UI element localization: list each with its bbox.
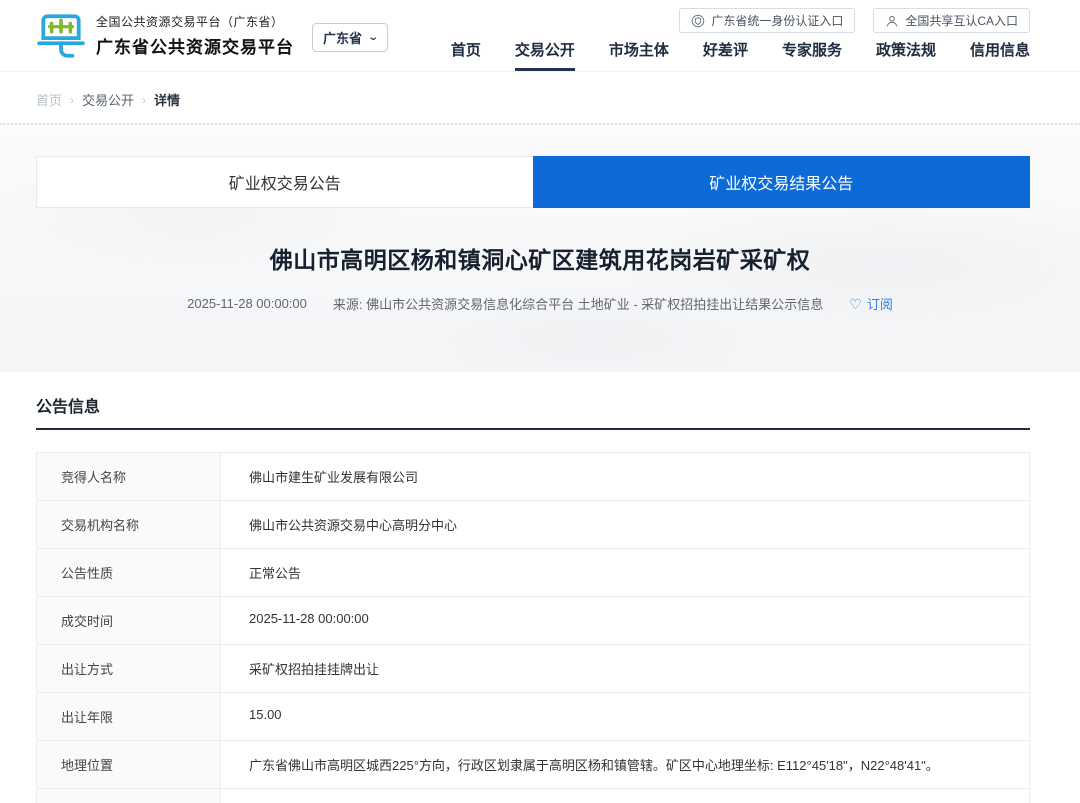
nav-item[interactable]: 市场主体: [609, 43, 669, 71]
announcement-info-table: 竞得人名称佛山市建生矿业发展有限公司交易机构名称佛山市公共资源交易中心高明分中心…: [36, 452, 1030, 803]
auth-button-label: 广东省统一身份认证入口: [711, 12, 843, 29]
row-value: 采矿权招拍挂挂牌出让: [221, 645, 1029, 692]
article-source: 来源: 佛山市公共资源交易信息化综合平台 土地矿业 - 采矿权招拍挂出让结果公示…: [333, 294, 823, 313]
row-label: 公告性质: [37, 549, 221, 596]
row-value: 2025-11-28 00:00:00: [221, 597, 1029, 644]
shield-icon: [691, 14, 705, 28]
nav-item[interactable]: 专家服务: [782, 43, 842, 71]
region-selector-label: 广东省: [323, 28, 362, 47]
table-row: 出让方式采矿权招拍挂挂牌出让: [37, 645, 1029, 693]
region-selector[interactable]: 广东省 ⌄: [312, 23, 388, 52]
table-row: 竞得人名称佛山市建生矿业发展有限公司: [37, 453, 1029, 501]
tab-transaction-announcement[interactable]: 矿业权交易公告: [36, 156, 533, 208]
auth-button-label: 全国共享互认CA入口: [905, 12, 1018, 29]
row-value: 正常公告: [221, 549, 1029, 596]
ca-entry-button[interactable]: 全国共享互认CA入口: [873, 8, 1030, 33]
identity-auth-entry-button[interactable]: 广东省统一身份认证入口: [679, 8, 855, 33]
hero-band: 矿业权交易公告矿业权交易结果公告 佛山市高明区杨和镇洞心矿区建筑用花岗岩矿采矿权…: [0, 123, 1080, 372]
row-label: 出让年限: [37, 693, 221, 740]
platform-name-national: 全国公共资源交易平台（广东省）: [96, 13, 294, 30]
site-header: 全国公共资源交易平台（广东省） 广东省公共资源交易平台 广东省 ⌄ 广东省统一身…: [0, 0, 1080, 72]
breadcrumb-separator: ›: [70, 93, 74, 107]
row-value: 15.00: [221, 693, 1029, 740]
row-value: 1.066900: [221, 789, 1029, 803]
row-value: 广东省佛山市高明区城西225°方向，行政区划隶属于高明区杨和镇管辖。矿区中心地理…: [221, 741, 1029, 788]
heart-icon: ♡: [849, 297, 862, 311]
article-meta: 2025-11-28 00:00:00 来源: 佛山市公共资源交易信息化综合平台…: [0, 294, 1080, 313]
breadcrumb-separator: ›: [142, 93, 146, 107]
row-value: 佛山市建生矿业发展有限公司: [221, 453, 1029, 500]
subscribe-button[interactable]: ♡ 订阅: [849, 294, 893, 313]
breadcrumb-item: 详情: [154, 90, 180, 109]
row-label: 出让方式: [37, 645, 221, 692]
row-label: 竞得人名称: [37, 453, 221, 500]
row-label: 成交时间: [37, 597, 221, 644]
nav-item[interactable]: 交易公开: [515, 43, 575, 71]
announcement-tabs: 矿业权交易公告矿业权交易结果公告: [36, 156, 1030, 208]
chevron-down-icon: ⌄: [367, 33, 379, 43]
breadcrumb: 首页 › 交易公开 › 详情: [0, 72, 1080, 123]
row-label: 交易机构名称: [37, 501, 221, 548]
nav-item[interactable]: 信用信息: [970, 43, 1030, 71]
row-label: 地理位置: [37, 741, 221, 788]
table-row: 出让年限15.00: [37, 693, 1029, 741]
table-row: 公告性质正常公告: [37, 549, 1029, 597]
row-value: 佛山市公共资源交易中心高明分中心: [221, 501, 1029, 548]
subscribe-label: 订阅: [867, 294, 893, 313]
breadcrumb-item[interactable]: 交易公开: [82, 90, 134, 109]
section-title: 公告信息: [36, 393, 1030, 430]
site-logo-icon[interactable]: [36, 11, 86, 61]
row-label: 面积: [37, 789, 221, 803]
person-icon: [885, 14, 899, 28]
page-title: 佛山市高明区杨和镇洞心矿区建筑用花岗岩矿采矿权: [0, 241, 1080, 275]
nav-item[interactable]: 好差评: [703, 43, 748, 71]
main-nav: 首页 交易公开 市场主体 好差评 专家服务 政策法规 信用信息: [451, 43, 1030, 71]
table-row: 地理位置广东省佛山市高明区城西225°方向，行政区划隶属于高明区杨和镇管辖。矿区…: [37, 741, 1029, 789]
tab-result-announcement[interactable]: 矿业权交易结果公告: [533, 156, 1031, 208]
announcement-section: 公告信息 竞得人名称佛山市建生矿业发展有限公司交易机构名称佛山市公共资源交易中心…: [0, 372, 1080, 803]
platform-name-guangdong: 广东省公共资源交易平台: [96, 33, 294, 58]
table-row: 成交时间2025-11-28 00:00:00: [37, 597, 1029, 645]
breadcrumb-item[interactable]: 首页: [36, 90, 62, 109]
publish-datetime: 2025-11-28 00:00:00: [187, 296, 307, 311]
auth-entry-buttons: 广东省统一身份认证入口 全国共享互认CA入口: [679, 8, 1030, 33]
nav-item[interactable]: 政策法规: [876, 43, 936, 71]
table-row: 交易机构名称佛山市公共资源交易中心高明分中心: [37, 501, 1029, 549]
table-row: 面积1.066900: [37, 789, 1029, 803]
nav-item[interactable]: 首页: [451, 43, 481, 71]
